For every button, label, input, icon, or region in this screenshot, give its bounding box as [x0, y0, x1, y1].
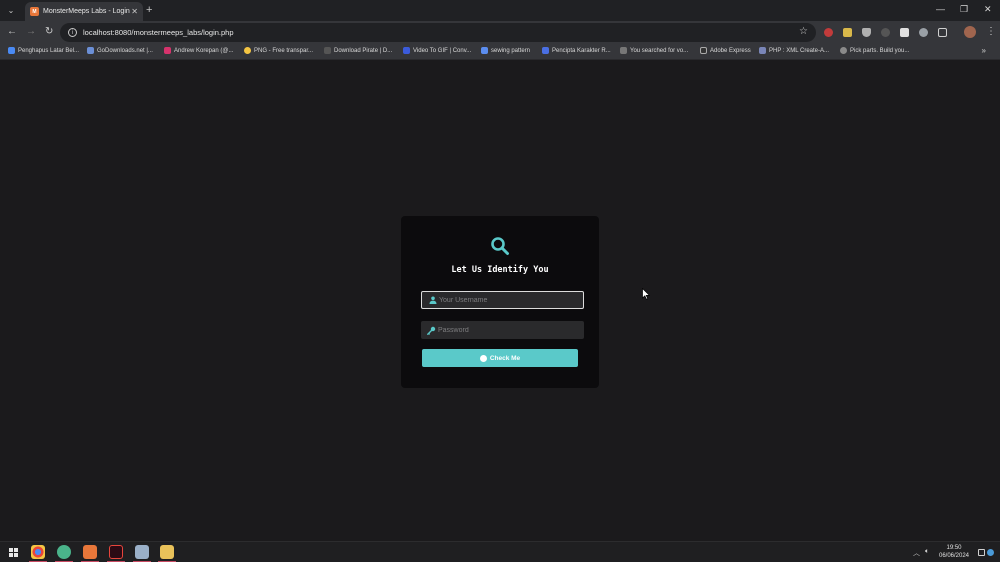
extension-icon[interactable]: [900, 28, 909, 37]
menu-icon[interactable]: ⋮: [986, 26, 996, 38]
notification-icon: [978, 548, 985, 556]
bookmark-item[interactable]: PHP : XML Create-A...: [759, 47, 829, 54]
restore-icon[interactable]: ❐: [960, 4, 968, 15]
bookmark-icon: [324, 47, 331, 54]
bookmark-icon: [87, 47, 94, 54]
chrome-icon[interactable]: [31, 545, 45, 559]
bookmark-star-icon[interactable]: ☆: [799, 26, 808, 37]
tab-title: MonsterMeeps Labs - Login: [43, 8, 130, 15]
bookmark-item[interactable]: Pencipta Karakter R...: [542, 47, 611, 54]
avatar[interactable]: [964, 26, 976, 38]
address-bar[interactable]: i localhost:8080/monstermeeps_labs/login…: [60, 23, 816, 42]
user-icon: [428, 296, 437, 305]
clock-date: 06/06/2024: [938, 553, 970, 559]
bookmark-icon: [403, 47, 410, 54]
weather-icon: [987, 548, 994, 556]
bookmark-item[interactable]: Pick parts. Build you...: [840, 47, 909, 54]
bookmark-icon: [840, 47, 847, 54]
login-title: Let Us Identify You: [451, 265, 549, 275]
shield-icon[interactable]: [862, 28, 871, 37]
new-tab-button[interactable]: +: [146, 4, 152, 16]
window-close-icon[interactable]: ✕: [984, 4, 992, 15]
bookmark-icon: [8, 47, 15, 54]
globe-app-icon[interactable]: [57, 545, 71, 559]
notification-area[interactable]: [978, 546, 996, 558]
key-icon: [427, 326, 436, 335]
bookmark-item[interactable]: GoDownloads.net |...: [87, 47, 153, 54]
tray-chevron-up-icon[interactable]: ︿: [913, 548, 920, 558]
illustrator-icon[interactable]: [109, 545, 123, 559]
puzzle-icon[interactable]: [938, 28, 947, 37]
app-icon[interactable]: [135, 545, 149, 559]
check-me-button[interactable]: Check Me: [422, 349, 578, 367]
bookmark-item[interactable]: You searched for vo...: [620, 47, 688, 54]
bookmark-icon: [481, 47, 488, 54]
extension-icon[interactable]: [881, 28, 890, 37]
bookmark-item[interactable]: Penghapus Latar Bel...: [8, 47, 79, 54]
bookmarks-bar: Penghapus Latar Bel... GoDownloads.net |…: [0, 44, 1000, 60]
windows-start-icon[interactable]: [9, 548, 18, 557]
site-info-icon[interactable]: i: [68, 28, 77, 37]
extension-icon[interactable]: [824, 28, 833, 37]
chevron-down-icon: ⌄: [7, 5, 15, 15]
bookmark-icon: [700, 47, 707, 54]
username-field[interactable]: [421, 291, 584, 309]
clock-time: 19:50: [946, 545, 962, 551]
clock[interactable]: 19:50 06/06/2024: [935, 544, 973, 560]
back-button[interactable]: ←: [7, 26, 17, 38]
extension-icon[interactable]: [843, 28, 852, 37]
bookmark-icon: [542, 47, 549, 54]
bookmark-item[interactable]: PNG - Free transpar...: [244, 47, 313, 54]
bookmark-icon: [164, 47, 171, 54]
bookmark-icon: [759, 47, 766, 54]
mouse-cursor-icon: [642, 288, 650, 300]
tab-search-button[interactable]: ⌄: [4, 3, 18, 17]
site-favicon: M: [30, 7, 39, 16]
check-circle-icon: [479, 354, 487, 362]
bookmark-icon: [244, 47, 251, 54]
folder-icon[interactable]: [160, 545, 174, 559]
taskbar: ︿ 🔈︎ 19:50 06/06/2024: [0, 541, 1000, 562]
search-icon: [491, 237, 509, 255]
bookmark-item[interactable]: Download Pirate | D...: [324, 47, 392, 54]
check-me-label: Check Me: [489, 354, 521, 362]
minimize-icon[interactable]: —: [936, 4, 945, 14]
username-input[interactable]: [439, 296, 579, 304]
browser-tab[interactable]: M MonsterMeeps Labs - Login ✕: [25, 2, 143, 21]
bookmark-item[interactable]: Adobe Express: [700, 47, 751, 54]
bookmark-item[interactable]: sewing pattern: [481, 47, 530, 54]
browser-toolbar: ← → ↻ i localhost:8080/monstermeeps_labs…: [0, 21, 1000, 44]
speaker-icon[interactable]: 🔈︎: [925, 548, 929, 556]
tab-strip: ⌄ M MonsterMeeps Labs - Login ✕ + — ❐ ✕: [0, 0, 1000, 21]
bookmark-item[interactable]: Andrew Korepan (@...: [164, 47, 233, 54]
bookmark-item[interactable]: Video To GIF | Conv...: [403, 47, 471, 54]
url-text[interactable]: localhost:8080/monstermeeps_labs/login.p…: [83, 28, 234, 37]
tab-close-icon[interactable]: ✕: [131, 7, 138, 16]
bookmark-icon: [620, 47, 627, 54]
xampp-icon[interactable]: [83, 545, 97, 559]
bookmarks-overflow-icon[interactable]: »: [982, 46, 986, 55]
reload-button[interactable]: ↻: [45, 26, 53, 38]
password-input[interactable]: [438, 326, 578, 334]
forward-button[interactable]: →: [26, 26, 36, 38]
extension-icon[interactable]: [919, 28, 928, 37]
password-field[interactable]: [421, 321, 584, 339]
